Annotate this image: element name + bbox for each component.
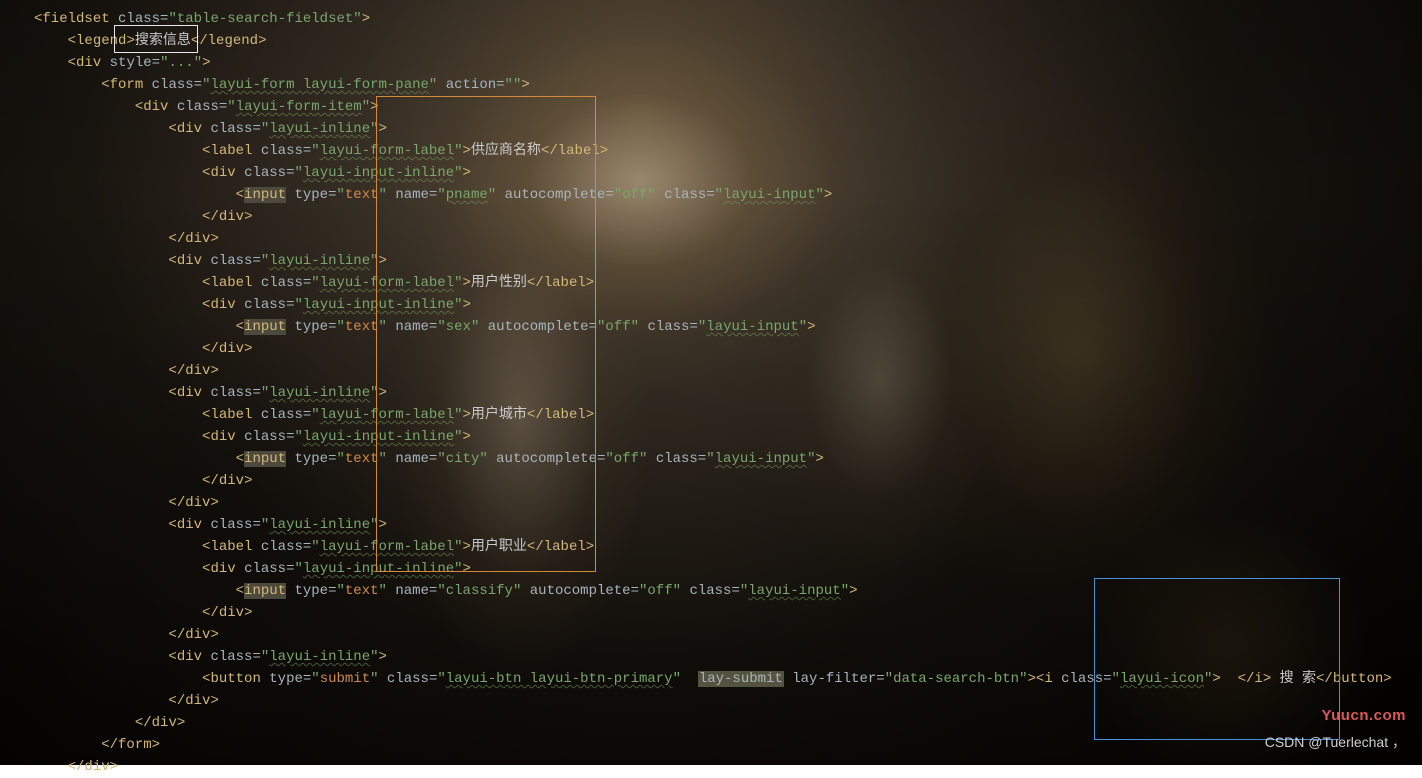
input-name: city — [446, 451, 480, 467]
attr-value: layui-input — [723, 187, 815, 203]
code-editor[interactable]: <fieldset class="table-search-fieldset">… — [0, 0, 1422, 765]
attr-value: layui-inline — [269, 121, 370, 137]
attr-value: layui-form layui-form-pane — [210, 77, 428, 93]
input-name: pname — [446, 187, 488, 203]
button-text: 搜 索 — [1280, 671, 1316, 687]
form-label: 供应商名称 — [471, 143, 541, 159]
attr-value: layui-btn layui-btn-primary — [446, 671, 673, 687]
watermark-yuucn: Yuucn.com — [1321, 705, 1406, 727]
attr-value: layui-icon — [1120, 671, 1204, 687]
form-label: 用户性别 — [471, 275, 527, 291]
form-label: 用户城市 — [471, 407, 527, 423]
input-name: sex — [446, 319, 471, 335]
attr-value: ... — [168, 55, 193, 71]
attr-value: table-search-fieldset — [177, 11, 353, 27]
attr-value: layui-input-inline — [303, 165, 454, 181]
form-label: 用户职业 — [471, 539, 527, 555]
lay-submit-attr: lay-submit — [698, 671, 784, 687]
input-name: classify — [446, 583, 513, 599]
attr-value: data-search-btn — [893, 671, 1019, 687]
watermark-csdn: CSDN @Tuerlechat ， — [1265, 731, 1406, 753]
legend-text: 搜索信息 — [135, 33, 191, 49]
attr-value: layui-form-item — [236, 99, 362, 115]
attr-value: layui-form-label — [320, 143, 454, 159]
